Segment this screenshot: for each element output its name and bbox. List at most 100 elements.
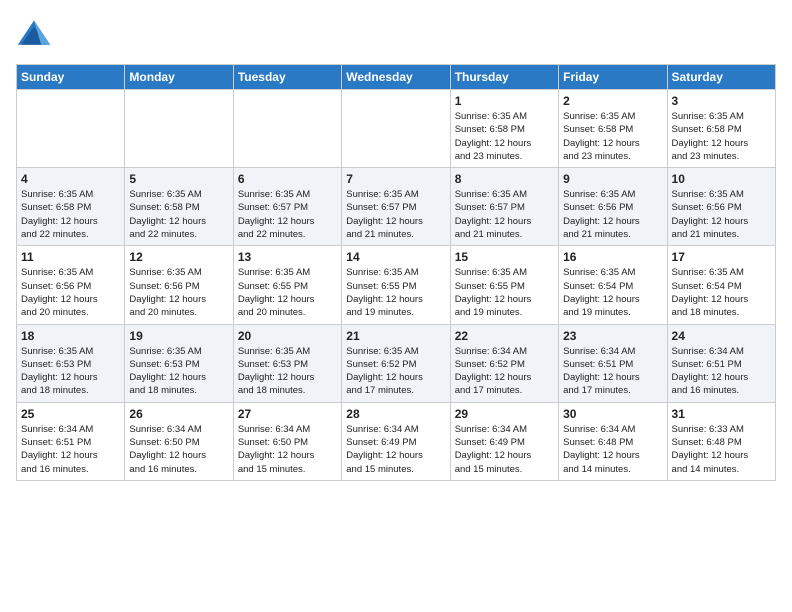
calendar-cell: 1 Sunrise: 6:35 AM Sunset: 6:58 PM Daylig… <box>450 90 558 168</box>
day-info: Sunrise: 6:34 AM Sunset: 6:51 PM Dayligh… <box>563 345 662 398</box>
calendar-cell: 12Sunrise: 6:35 AM Sunset: 6:56 PM Dayli… <box>125 246 233 324</box>
day-info: Sunrise: 6:35 AM Sunset: 6:58 PM Dayligh… <box>563 110 662 163</box>
calendar-cell: 11Sunrise: 6:35 AM Sunset: 6:56 PM Dayli… <box>17 246 125 324</box>
calendar-cell <box>342 90 450 168</box>
day-info: Sunrise: 6:35 AM Sunset: 6:55 PM Dayligh… <box>346 266 445 319</box>
calendar-table: SundayMondayTuesdayWednesdayThursdayFrid… <box>16 64 776 481</box>
day-number: 13 <box>238 250 337 264</box>
page-header <box>16 16 776 52</box>
calendar-cell: 26 Sunrise: 6:34 AM Sunset: 6:50 PM Dayli… <box>125 402 233 480</box>
day-info: Sunrise: 6:35 AM Sunset: 6:53 PM Dayligh… <box>238 345 337 398</box>
day-number: 20 <box>238 329 337 343</box>
day-number: 25 <box>21 407 120 421</box>
calendar-cell: 28 Sunrise: 6:34 AM Sunset: 6:49 PM Dayli… <box>342 402 450 480</box>
day-info: Sunrise: 6:34 AM Sunset: 6:49 PM Dayligh… <box>455 423 554 476</box>
day-info: Sunrise: 6:34 AM Sunset: 6:50 PM Dayligh… <box>238 423 337 476</box>
day-info: Sunrise: 6:35 AM Sunset: 6:58 PM Dayligh… <box>672 110 771 163</box>
calendar-cell: 30 Sunrise: 6:34 AM Sunset: 6:48 PM Dayli… <box>559 402 667 480</box>
calendar-cell: 20 Sunrise: 6:35 AM Sunset: 6:53 PM Dayli… <box>233 324 341 402</box>
day-header-monday: Monday <box>125 65 233 90</box>
day-header-tuesday: Tuesday <box>233 65 341 90</box>
calendar-cell: 4 Sunrise: 6:35 AM Sunset: 6:58 PM Daylig… <box>17 168 125 246</box>
calendar-cell: 31 Sunrise: 6:33 AM Sunset: 6:48 PM Dayli… <box>667 402 775 480</box>
day-number: 1 <box>455 94 554 108</box>
calendar-cell: 9 Sunrise: 6:35 AM Sunset: 6:56 PM Daylig… <box>559 168 667 246</box>
day-info: Sunrise: 6:35 AM Sunset: 6:53 PM Dayligh… <box>21 345 120 398</box>
day-info: Sunrise: 6:35 AM Sunset: 6:58 PM Dayligh… <box>21 188 120 241</box>
header-row: SundayMondayTuesdayWednesdayThursdayFrid… <box>17 65 776 90</box>
calendar-cell: 10Sunrise: 6:35 AM Sunset: 6:56 PM Dayli… <box>667 168 775 246</box>
day-info: Sunrise: 6:34 AM Sunset: 6:50 PM Dayligh… <box>129 423 228 476</box>
day-number: 21 <box>346 329 445 343</box>
calendar-cell: 14 Sunrise: 6:35 AM Sunset: 6:55 PM Dayli… <box>342 246 450 324</box>
day-number: 23 <box>563 329 662 343</box>
logo <box>16 16 56 52</box>
day-number: 28 <box>346 407 445 421</box>
day-info: Sunrise: 6:34 AM Sunset: 6:51 PM Dayligh… <box>21 423 120 476</box>
day-info: Sunrise: 6:35 AM Sunset: 6:57 PM Dayligh… <box>455 188 554 241</box>
day-info: Sunrise: 6:33 AM Sunset: 6:48 PM Dayligh… <box>672 423 771 476</box>
day-info: Sunrise: 6:35 AM Sunset: 6:57 PM Dayligh… <box>238 188 337 241</box>
calendar-cell: 29 Sunrise: 6:34 AM Sunset: 6:49 PM Dayli… <box>450 402 558 480</box>
day-number: 14 <box>346 250 445 264</box>
logo-icon <box>16 16 52 52</box>
day-info: Sunrise: 6:35 AM Sunset: 6:54 PM Dayligh… <box>672 266 771 319</box>
day-number: 2 <box>563 94 662 108</box>
day-info: Sunrise: 6:34 AM Sunset: 6:48 PM Dayligh… <box>563 423 662 476</box>
day-info: Sunrise: 6:35 AM Sunset: 6:58 PM Dayligh… <box>455 110 554 163</box>
day-info: Sunrise: 6:35 AM Sunset: 6:56 PM Dayligh… <box>563 188 662 241</box>
calendar-cell: 24Sunrise: 6:34 AM Sunset: 6:51 PM Dayli… <box>667 324 775 402</box>
day-number: 9 <box>563 172 662 186</box>
calendar-cell <box>17 90 125 168</box>
day-info: Sunrise: 6:34 AM Sunset: 6:49 PM Dayligh… <box>346 423 445 476</box>
day-number: 3 <box>672 94 771 108</box>
calendar-cell: 22Sunrise: 6:34 AM Sunset: 6:52 PM Dayli… <box>450 324 558 402</box>
week-row-3: 11Sunrise: 6:35 AM Sunset: 6:56 PM Dayli… <box>17 246 776 324</box>
calendar-cell: 19 Sunrise: 6:35 AM Sunset: 6:53 PM Dayli… <box>125 324 233 402</box>
calendar-cell: 21 Sunrise: 6:35 AM Sunset: 6:52 PM Dayli… <box>342 324 450 402</box>
day-info: Sunrise: 6:34 AM Sunset: 6:52 PM Dayligh… <box>455 345 554 398</box>
week-row-5: 25 Sunrise: 6:34 AM Sunset: 6:51 PM Dayli… <box>17 402 776 480</box>
day-number: 8 <box>455 172 554 186</box>
calendar-cell: 16 Sunrise: 6:35 AM Sunset: 6:54 PM Dayli… <box>559 246 667 324</box>
week-row-2: 4 Sunrise: 6:35 AM Sunset: 6:58 PM Daylig… <box>17 168 776 246</box>
calendar-cell: 27Sunrise: 6:34 AM Sunset: 6:50 PM Dayli… <box>233 402 341 480</box>
calendar-cell: 8 Sunrise: 6:35 AM Sunset: 6:57 PM Daylig… <box>450 168 558 246</box>
day-number: 12 <box>129 250 228 264</box>
day-info: Sunrise: 6:35 AM Sunset: 6:54 PM Dayligh… <box>563 266 662 319</box>
day-info: Sunrise: 6:35 AM Sunset: 6:53 PM Dayligh… <box>129 345 228 398</box>
day-number: 24 <box>672 329 771 343</box>
day-number: 31 <box>672 407 771 421</box>
day-number: 29 <box>455 407 554 421</box>
day-header-sunday: Sunday <box>17 65 125 90</box>
calendar-cell: 23 Sunrise: 6:34 AM Sunset: 6:51 PM Dayli… <box>559 324 667 402</box>
week-row-4: 18 Sunrise: 6:35 AM Sunset: 6:53 PM Dayli… <box>17 324 776 402</box>
day-number: 18 <box>21 329 120 343</box>
calendar-cell: 17 Sunrise: 6:35 AM Sunset: 6:54 PM Dayli… <box>667 246 775 324</box>
day-number: 16 <box>563 250 662 264</box>
day-info: Sunrise: 6:35 AM Sunset: 6:56 PM Dayligh… <box>672 188 771 241</box>
day-number: 4 <box>21 172 120 186</box>
calendar-cell: 25 Sunrise: 6:34 AM Sunset: 6:51 PM Dayli… <box>17 402 125 480</box>
calendar-cell <box>125 90 233 168</box>
day-number: 15 <box>455 250 554 264</box>
calendar-cell: 6 Sunrise: 6:35 AM Sunset: 6:57 PM Daylig… <box>233 168 341 246</box>
day-number: 6 <box>238 172 337 186</box>
day-number: 30 <box>563 407 662 421</box>
day-number: 17 <box>672 250 771 264</box>
calendar-cell: 18 Sunrise: 6:35 AM Sunset: 6:53 PM Dayli… <box>17 324 125 402</box>
day-info: Sunrise: 6:35 AM Sunset: 6:52 PM Dayligh… <box>346 345 445 398</box>
day-header-thursday: Thursday <box>450 65 558 90</box>
day-number: 26 <box>129 407 228 421</box>
day-number: 5 <box>129 172 228 186</box>
week-row-1: 1 Sunrise: 6:35 AM Sunset: 6:58 PM Daylig… <box>17 90 776 168</box>
calendar-cell <box>233 90 341 168</box>
day-header-wednesday: Wednesday <box>342 65 450 90</box>
day-info: Sunrise: 6:35 AM Sunset: 6:55 PM Dayligh… <box>455 266 554 319</box>
day-number: 7 <box>346 172 445 186</box>
calendar-cell: 3 Sunrise: 6:35 AM Sunset: 6:58 PM Daylig… <box>667 90 775 168</box>
day-number: 19 <box>129 329 228 343</box>
calendar-cell: 7Sunrise: 6:35 AM Sunset: 6:57 PM Daylig… <box>342 168 450 246</box>
calendar-cell: 2 Sunrise: 6:35 AM Sunset: 6:58 PM Daylig… <box>559 90 667 168</box>
day-info: Sunrise: 6:35 AM Sunset: 6:56 PM Dayligh… <box>21 266 120 319</box>
